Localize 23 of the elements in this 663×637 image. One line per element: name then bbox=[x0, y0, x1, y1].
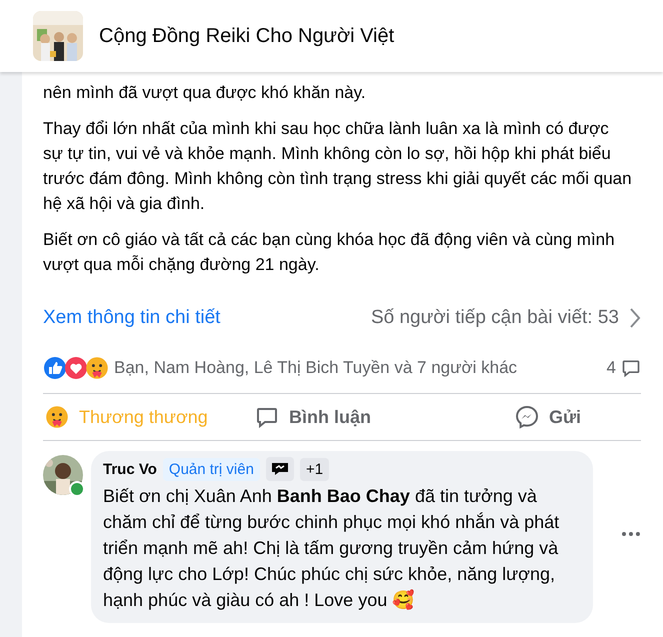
post-paragraph: Biết ơn cô giáo và tất cả các bạn cùng khóa học đã động viên và cùng mình vượt qua mỗi chặng đường 21 ngày. bbox=[43, 229, 616, 276]
comment-author[interactable]: Truc Vo bbox=[103, 460, 157, 478]
chat-badge-icon bbox=[270, 461, 290, 477]
messenger-icon bbox=[514, 405, 539, 429]
post-paragraph: Thay đổi lớn nhất của mình khi sau học chữa lành luân xa là mình có được sự tự tin, vui vẻ và khỏe mạnh. Mình không còn lo sợ, hồi hộp khi phát biểu trước đám đông. Mình không còn tình trạng stress khi giải quyết các mối quan hệ xã hội và gia đình. bbox=[43, 118, 633, 215]
comment-button[interactable]: Bình luận bbox=[222, 399, 402, 435]
comment-count[interactable]: 4 bbox=[606, 358, 616, 378]
badge-count[interactable]: +1 bbox=[300, 458, 330, 480]
details-link[interactable]: Xem thông tin chi tiết bbox=[43, 307, 220, 329]
chevron-icon[interactable] bbox=[629, 307, 641, 329]
reaction-summary[interactable]: Bạn, Nam Hoàng, Lê Thị Bich Tuyền và 7 người khác bbox=[114, 358, 518, 378]
group-name[interactable]: Cộng Đồng Reiki Cho Người Việt bbox=[99, 24, 394, 48]
comment-icon bbox=[621, 358, 641, 378]
reach-count: Số người tiếp cận bài viết: 53 bbox=[370, 307, 619, 329]
care-emoji-icon bbox=[45, 405, 69, 429]
more-icon[interactable] bbox=[621, 531, 641, 537]
post-paragraph: nên mình đã vượt qua được khó khăn này. bbox=[43, 82, 367, 104]
admin-badge[interactable]: Quản trị viên bbox=[162, 458, 260, 480]
comment-text: Biết ơn chị Xuân Anh Banh Bao Chay đã tin tưởng và chăm chỉ để từng bước chinh phục mọi khó nhắn và phát triển mạnh mẽ ah! Chị là tấm gương truyền cảm hứng và động lực cho Lớp! Chúc phúc chị sức khỏe, năng lượng, hạnh phúc và giàu có ah ! Love you 🥰 bbox=[103, 485, 560, 612]
comment-icon bbox=[254, 405, 279, 429]
care-emoji-icon bbox=[85, 356, 109, 380]
send-button[interactable]: Gửi bbox=[402, 399, 641, 435]
like-icon bbox=[43, 356, 67, 380]
